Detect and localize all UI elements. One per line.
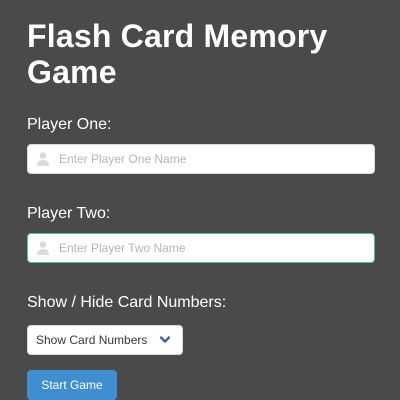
user-icon: [37, 152, 49, 166]
chevron-down-icon: [160, 336, 170, 343]
start-game-button[interactable]: Start Game: [27, 370, 117, 400]
page-title: Flash Card Memory Game: [27, 18, 328, 90]
player-one-field[interactable]: [27, 144, 375, 174]
player-two-label: Player Two:: [27, 205, 111, 222]
card-numbers-label: Show / Hide Card Numbers:: [27, 294, 227, 311]
user-icon: [37, 241, 49, 255]
card-numbers-select[interactable]: Show Card Numbers: [27, 325, 183, 355]
game-setup-form: Flash Card Memory Game Player One: Playe…: [27, 18, 377, 400]
card-numbers-selected: Show Card Numbers: [36, 333, 148, 347]
player-two-input[interactable]: [59, 234, 369, 262]
player-two-field[interactable]: [27, 233, 375, 263]
player-one-label: Player One:: [27, 116, 112, 133]
player-one-input[interactable]: [59, 145, 369, 173]
